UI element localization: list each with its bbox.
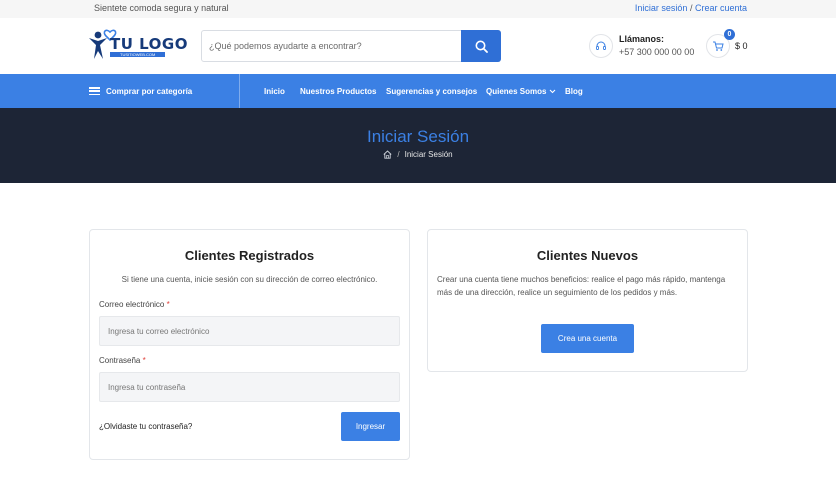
- create-account-button[interactable]: Crea una cuenta: [541, 324, 634, 353]
- nav-item-productos[interactable]: Nuestros Productos: [300, 74, 376, 108]
- email-label-text: Correo electrónico: [99, 300, 165, 309]
- hamburger-icon: [89, 87, 100, 95]
- password-label: Contraseña *: [99, 356, 146, 365]
- search-icon: [475, 40, 488, 53]
- register-description: Crear una cuenta tiene muchos beneficios…: [437, 275, 726, 297]
- search-bar: [201, 30, 501, 62]
- breadcrumb: / Iniciar Sesión: [0, 150, 836, 159]
- top-bar: Sientete comoda segura y natural Iniciar…: [0, 0, 836, 18]
- chevron-down-icon: [550, 89, 556, 93]
- required-marker: *: [142, 356, 146, 365]
- page-title: Iniciar Sesión: [366, 127, 470, 146]
- cart-count-badge: 0: [724, 29, 735, 40]
- nav-item-inicio[interactable]: Inicio: [264, 74, 285, 108]
- search-input[interactable]: [202, 31, 462, 61]
- password-label-text: Contraseña: [99, 356, 141, 365]
- account-links-separator: /: [689, 3, 693, 13]
- breadcrumb-current: Iniciar Sesión: [404, 150, 453, 159]
- login-title: Clientes Registrados: [184, 248, 315, 263]
- site-logo[interactable]: TU LOGO TUSITIOWEB.COM: [88, 26, 187, 62]
- nav-item-blog[interactable]: Blog: [565, 74, 583, 108]
- main-nav: Comprar por categoría Inicio Nuestros Pr…: [0, 74, 836, 108]
- forgot-password-link[interactable]: ¿Olvidaste tu contraseña?: [99, 422, 192, 431]
- nav-item-label: Nuestros Productos: [300, 86, 377, 96]
- account-links: Iniciar sesión / Crear cuenta: [635, 3, 747, 13]
- email-label: Correo electrónico *: [99, 300, 170, 309]
- cart-total: $ 0: [735, 41, 748, 51]
- logo-text: TU LOGO: [110, 35, 188, 53]
- headset-icon: [589, 34, 613, 58]
- search-button[interactable]: [461, 30, 501, 62]
- nav-item-label: Inicio: [264, 86, 285, 96]
- home-icon[interactable]: [383, 150, 392, 159]
- call-label: Llámanos:: [619, 34, 665, 44]
- nav-item-quienes-somos[interactable]: Quienes Somos: [486, 74, 556, 108]
- site-header: TU LOGO TUSITIOWEB.COM Llámanos: +57 300…: [0, 18, 836, 74]
- nav-item-label: Sugerencias y consejos: [386, 86, 478, 96]
- register-title: Clientes Nuevos: [536, 248, 639, 263]
- page-header: Iniciar Sesión / Iniciar Sesión: [0, 108, 836, 183]
- breadcrumb-separator: /: [397, 150, 400, 159]
- category-menu-button[interactable]: Comprar por categoría: [89, 74, 240, 108]
- call-phone[interactable]: +57 300 000 00 00: [619, 47, 694, 57]
- nav-item-label: Blog: [565, 86, 583, 96]
- login-button[interactable]: Ingresar: [341, 412, 400, 441]
- register-link[interactable]: Crear cuenta: [695, 3, 747, 13]
- nav-item-label: Quienes Somos: [486, 86, 547, 96]
- login-card: Clientes Registrados Si tiene una cuenta…: [89, 229, 410, 460]
- email-field[interactable]: [99, 316, 400, 346]
- required-marker: *: [166, 300, 170, 309]
- category-menu-label: Comprar por categoría: [106, 86, 193, 96]
- logo-subtext: TUSITIOWEB.COM: [110, 52, 166, 57]
- tagline: Sientete comoda segura y natural: [94, 3, 229, 13]
- login-description: Si tiene una cuenta, inicie sesión con s…: [121, 275, 378, 284]
- nav-item-sugerencias[interactable]: Sugerencias y consejos: [386, 74, 477, 108]
- login-link[interactable]: Iniciar sesión: [635, 3, 688, 13]
- password-field[interactable]: [99, 372, 400, 402]
- register-card: Clientes Nuevos Crear una cuenta tiene m…: [427, 229, 748, 372]
